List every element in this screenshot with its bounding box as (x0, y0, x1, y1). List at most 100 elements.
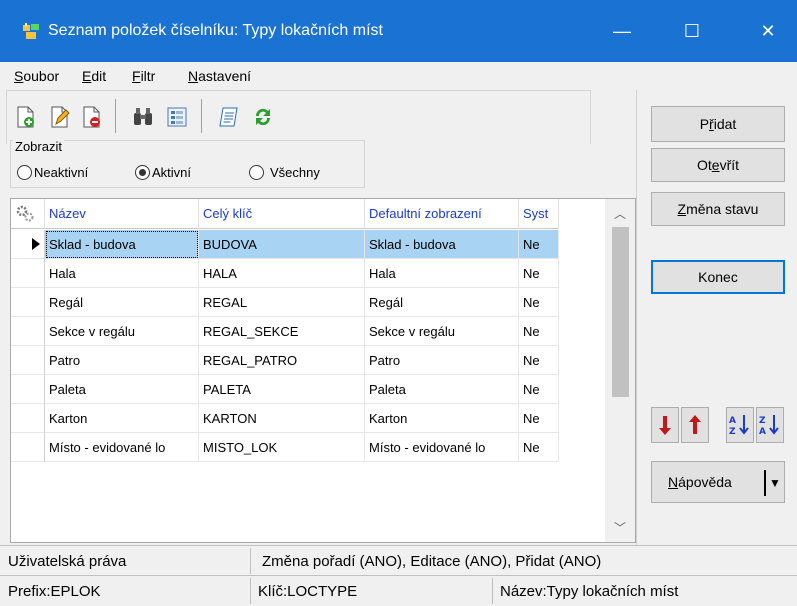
menu-edit[interactable]: Edit (82, 67, 106, 85)
grid-cell[interactable]: Ne (519, 433, 559, 462)
row-indicator[interactable] (11, 230, 45, 259)
grid-cell[interactable]: Regál (365, 288, 519, 317)
row-indicator[interactable] (11, 346, 45, 375)
menu-filtr[interactable]: Filtr (132, 67, 155, 85)
menu-nastaveni[interactable]: Nastavení (188, 67, 251, 85)
row-indicator[interactable] (11, 259, 45, 288)
grid-cell[interactable]: HALA (199, 259, 365, 288)
dropdown-arrow-icon[interactable]: ▼ (769, 476, 781, 490)
column-header-nazev[interactable]: Název (45, 199, 199, 229)
report-icon[interactable] (217, 105, 241, 129)
grid-cell[interactable]: REGAL (199, 288, 365, 317)
table-row[interactable]: Sklad - budova BUDOVA Sklad - budova Ne (11, 230, 559, 259)
radio-dot-selected (135, 165, 150, 180)
scrollbar-thumb[interactable] (612, 227, 629, 397)
otevrit-button[interactable]: Ot e vřít (651, 148, 785, 182)
row-indicator[interactable] (11, 433, 45, 462)
grid-cell[interactable]: Hala (45, 259, 199, 288)
grid-cell[interactable]: Ne (519, 375, 559, 404)
binoculars-icon[interactable] (131, 105, 155, 129)
grid-cell[interactable]: Ne (519, 317, 559, 346)
move-down-button[interactable] (651, 407, 679, 443)
grid-cell[interactable]: Ne (519, 346, 559, 375)
key-text: Klíč:LOCTYPE (258, 583, 358, 600)
grid-cell[interactable]: KARTON (199, 404, 365, 433)
radio-neaktivni[interactable]: Neaktivní (17, 165, 88, 180)
maximize-button[interactable]: ☐ (664, 0, 720, 62)
sort-descending-button[interactable]: Z A (756, 407, 784, 443)
column-header-syst[interactable]: Syst (519, 199, 559, 229)
row-indicator[interactable] (11, 375, 45, 404)
grid-cell[interactable]: REGAL_PATRO (199, 346, 365, 375)
grid-cell[interactable]: Karton (365, 404, 519, 433)
table-row[interactable]: Paleta PALETA Paleta Ne (11, 375, 559, 404)
table-row[interactable]: Místo - evidované lo MISTO_LOK Místo - evi… (11, 433, 559, 462)
grid-cell[interactable]: Paleta (365, 375, 519, 404)
filter-group: Zobrazit Neaktivní Aktivní Všechny (10, 139, 365, 188)
column-header-cely-klic[interactable]: Celý klíč (199, 199, 365, 229)
toolbar-separator (201, 99, 202, 133)
grid-cell[interactable]: Místo - evidované lo (365, 433, 519, 462)
grid-cell[interactable]: Místo - evidované lo (45, 433, 199, 462)
table-row[interactable]: Sekce v regálu REGAL_SEKCE Sekce v regálu N… (11, 317, 559, 346)
row-indicator[interactable] (11, 404, 45, 433)
table-row[interactable]: Regál REGAL Regál Ne (11, 288, 559, 317)
edit-document-icon[interactable] (47, 105, 71, 129)
grid-cell[interactable]: Sekce v regálu (365, 317, 519, 346)
grid-cell[interactable]: Sekce v regálu (45, 317, 199, 346)
new-document-icon[interactable] (13, 105, 37, 129)
delete-document-icon[interactable] (79, 105, 103, 129)
rights-label: Uživatelská práva (8, 553, 127, 570)
radio-vsechny[interactable]: Všechny (249, 165, 320, 180)
items-grid[interactable]: Název Celý klíč Defaultní zobrazení Syst… (10, 198, 636, 543)
row-indicator[interactable] (11, 317, 45, 346)
table-row[interactable]: Karton KARTON Karton Ne (11, 404, 559, 433)
move-up-button[interactable] (681, 407, 709, 443)
vertical-scrollbar[interactable]: ︿ ﹀ (605, 199, 635, 542)
row-indicator[interactable] (11, 288, 45, 317)
sort-za-icon: Z A (759, 415, 779, 437)
grid-cell[interactable]: Hala (365, 259, 519, 288)
grid-cell[interactable]: Karton (45, 404, 199, 433)
konec-button[interactable]: Konec (651, 260, 785, 294)
grid-cell[interactable]: Ne (519, 230, 559, 259)
grid-cell[interactable]: Patro (365, 346, 519, 375)
grid-cell[interactable]: Ne (519, 259, 559, 288)
grid-cell[interactable]: Paleta (45, 375, 199, 404)
close-button[interactable]: ✕ (740, 0, 796, 62)
refresh-icon[interactable] (251, 105, 275, 129)
table-row[interactable]: Hala HALA Hala Ne (11, 259, 559, 288)
menu-soubor[interactable]: Soubor (14, 67, 59, 85)
grid-cell[interactable]: Sklad - budova (365, 230, 519, 259)
grid-cell[interactable]: Ne (519, 288, 559, 317)
toolbar (6, 90, 591, 144)
grid-cell[interactable]: BUDOVA (199, 230, 365, 259)
column-header-defaultni-zobrazeni[interactable]: Defaultní zobrazení (365, 199, 519, 229)
sort-az-icon: A Z (729, 415, 749, 437)
scroll-up-icon[interactable]: ︿ (605, 201, 635, 225)
scroll-down-icon[interactable]: ﹀ (605, 515, 635, 539)
minimize-button[interactable]: — (594, 0, 650, 62)
grid-cell[interactable]: Ne (519, 404, 559, 433)
radio-aktivni[interactable]: Aktivní (135, 165, 191, 180)
grid-cell[interactable]: MISTO_LOK (199, 433, 365, 462)
grid-cell[interactable]: PALETA (199, 375, 365, 404)
current-row-icon (32, 238, 40, 250)
zmena-stavu-button[interactable]: Změna stavu (651, 192, 785, 226)
title-bar: Seznam položek číselníku: Typy lokačních… (0, 0, 797, 62)
form-view-icon[interactable] (165, 105, 189, 129)
napoveda-label[interactable]: Nápověda (668, 474, 732, 490)
table-row[interactable]: Patro REGAL_PATRO Patro Ne (11, 346, 559, 375)
napoveda-split-button[interactable]: Nápověda ▼ (651, 461, 785, 503)
grid-settings-cell[interactable] (11, 199, 45, 229)
grid-cell[interactable]: Patro (45, 346, 199, 375)
svg-text:A: A (759, 427, 766, 437)
app-icon (23, 23, 39, 39)
sort-ascending-button[interactable]: A Z (726, 407, 754, 443)
grid-cell[interactable]: Sklad - budova (45, 230, 199, 259)
pridat-button[interactable]: Př idat (651, 106, 785, 142)
gears-icon[interactable] (15, 204, 35, 224)
grid-cell[interactable]: Regál (45, 288, 199, 317)
filter-legend: Zobrazit (13, 139, 64, 154)
grid-cell[interactable]: REGAL_SEKCE (199, 317, 365, 346)
